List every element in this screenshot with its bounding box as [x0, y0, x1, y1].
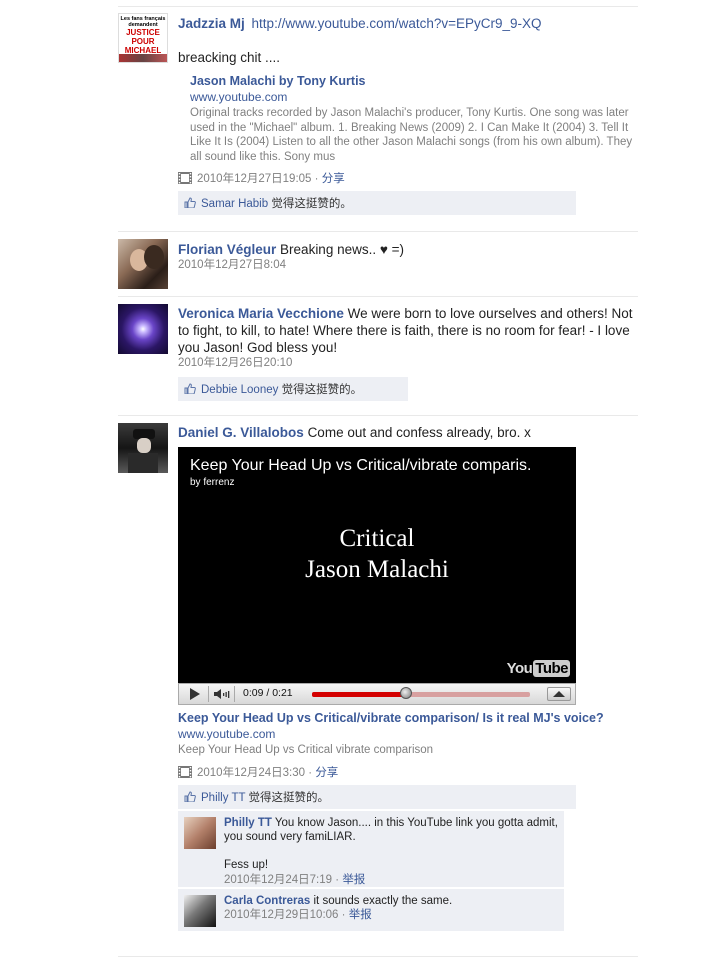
like-sentence: Debbie Looney 觉得这挺赞的。 [178, 377, 408, 401]
share-link[interactable]: 分享 [315, 767, 338, 779]
progress-fill [312, 692, 406, 697]
video-controls: 0:09 / 0:21 [178, 683, 576, 705]
progress-handle[interactable] [399, 687, 412, 699]
timestamp-link[interactable]: 2010年12月24日3:30 [197, 767, 305, 779]
avatar[interactable] [118, 423, 168, 473]
thumbs-up-icon [184, 383, 196, 395]
link-attachment: Keep Your Head Up vs Critical/vibrate co… [178, 711, 638, 758]
comment-timestamp: 2010年12月29日10:06 [224, 908, 339, 921]
separator: · [335, 873, 340, 886]
story-meta: 2010年12月24日3:30 · 分享 [178, 765, 638, 781]
liker-name[interactable]: Debbie Looney [201, 384, 278, 396]
youtube-logo-text: Tube [533, 660, 570, 677]
comment-avatar[interactable] [184, 816, 216, 849]
liker-name[interactable]: Philly TT [201, 792, 245, 804]
attachment-source[interactable]: www.youtube.com [178, 727, 638, 741]
attachment-description: Keep Your Head Up vs Critical vibrate co… [178, 744, 434, 756]
share-link[interactable]: 分享 [322, 173, 345, 185]
youtube-logo[interactable]: You Tube [507, 660, 570, 677]
video-player[interactable]: Keep Your Head Up vs Critical/vibrate co… [178, 447, 576, 683]
avatar[interactable] [118, 304, 168, 354]
inline-link[interactable]: http://www.youtube.com/watch?v=EPyCr9_9-… [252, 16, 542, 31]
avatar[interactable] [118, 239, 168, 289]
attachment-title[interactable]: Jason Malachi by Tony Kurtis [190, 74, 638, 88]
story-message: breacking chit .... [178, 50, 281, 65]
attachment-description: Original tracks recorded by Jason Malach… [190, 107, 633, 163]
timestamp-link[interactable]: 2010年12月27日8:04 [178, 259, 286, 271]
video-time: 0:09 / 0:21 [243, 687, 293, 699]
thumbs-up-icon [184, 197, 196, 209]
comment-text: You know Jason.... in this YouTube link … [224, 816, 558, 843]
comment-author[interactable]: Philly TT [224, 817, 272, 829]
feed-story: Veronica Maria Vecchione We were born to… [118, 296, 638, 415]
avatar-photo-strip [119, 54, 167, 62]
author-name[interactable]: Daniel G. Villalobos [178, 425, 304, 440]
like-sentence: Philly TT 觉得这挺赞的。 [178, 784, 576, 809]
youtube-logo-text: You [506, 660, 533, 677]
play-icon[interactable] [182, 686, 209, 702]
comment: Carla Contreras it sounds exactly the sa… [178, 888, 564, 931]
video-frame-line: Critical [339, 525, 415, 552]
comment-text: it sounds exactly the same. [313, 894, 453, 907]
timestamp-link[interactable]: 2010年12月27日19:05 [197, 173, 311, 185]
avatar-caption: JUSTICE [126, 28, 160, 37]
video-film-icon [178, 765, 192, 778]
comment-timestamp: 2010年12月24日7:19 [224, 873, 333, 886]
thumbs-up-icon [184, 790, 196, 802]
separator: · [308, 766, 313, 779]
author-name[interactable]: Florian Végleur [178, 242, 276, 257]
like-sentence: Samar Habib 觉得这挺赞的。 [178, 191, 576, 215]
feed-story: Les fans français demandent JUSTICE POUR… [118, 6, 638, 231]
video-author: by ferrenz [190, 477, 235, 488]
video-frame-line: Jason Malachi [305, 556, 449, 583]
comment: Philly TT You know Jason.... in this You… [178, 810, 564, 887]
comment-avatar[interactable] [184, 894, 216, 927]
story-message: Come out and confess already, bro. x [307, 425, 531, 440]
feed-story: Daniel G. Villalobos Come out and confes… [118, 415, 638, 957]
attachment-source[interactable]: www.youtube.com [190, 90, 638, 104]
report-link[interactable]: 举报 [342, 874, 365, 886]
avatar[interactable]: Les fans français demandent JUSTICE POUR… [118, 13, 168, 63]
separator: · [341, 908, 346, 921]
expand-icon[interactable] [547, 687, 571, 701]
comment-author[interactable]: Carla Contreras [224, 895, 310, 907]
video-frame-text: Critical Jason Malachi [178, 523, 576, 585]
progress-track[interactable] [312, 687, 530, 699]
avatar-caption: POUR [131, 37, 155, 46]
attachment-title[interactable]: Keep Your Head Up vs Critical/vibrate co… [178, 711, 638, 725]
author-name[interactable]: Veronica Maria Vecchione [178, 306, 344, 321]
avatar-caption: Les fans français demandent [120, 16, 166, 28]
separator: · [314, 173, 319, 185]
video-title[interactable]: Keep Your Head Up vs Critical/vibrate co… [190, 457, 532, 475]
story-meta: 2010年12月27日19:05 · 分享 [178, 172, 638, 187]
news-feed: Les fans français demandent JUSTICE POUR… [118, 6, 638, 957]
feed-story: Florian Végleur Breaking news.. ♥ =) 201… [118, 231, 638, 296]
video-film-icon [178, 172, 192, 184]
volume-icon[interactable] [210, 686, 235, 702]
report-link[interactable]: 举报 [349, 909, 372, 921]
like-text: 觉得这挺赞的。 [281, 384, 363, 396]
timestamp-link[interactable]: 2010年12月26日20:10 [178, 357, 292, 369]
author-name[interactable]: Jadzzia Mj [178, 16, 245, 31]
comment-text: Fess up! [224, 858, 269, 871]
link-attachment: Jason Malachi by Tony Kurtis www.youtube… [190, 74, 638, 164]
like-text: 觉得这挺赞的。 [271, 198, 352, 210]
story-message: Breaking news.. ♥ =) [280, 242, 404, 257]
liker-name[interactable]: Samar Habib [201, 198, 268, 210]
like-text: 觉得这挺赞的。 [248, 791, 330, 804]
